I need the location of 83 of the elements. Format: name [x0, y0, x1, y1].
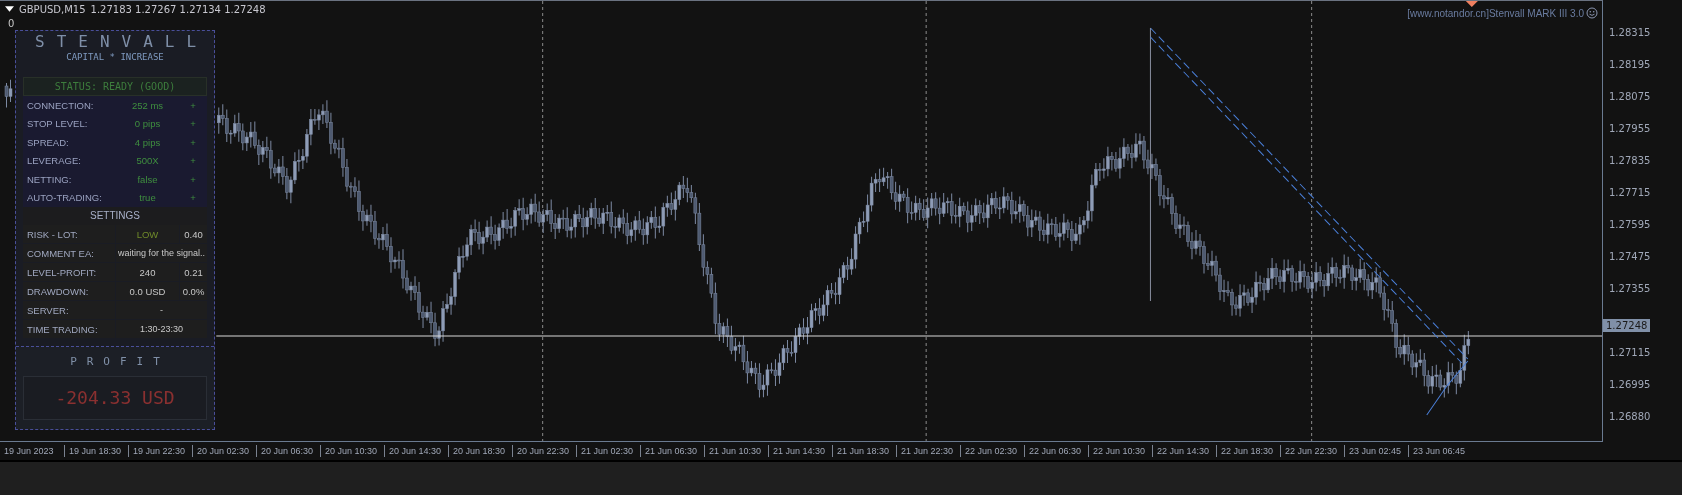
check-mark: +: [189, 99, 197, 111]
check-mark: +: [189, 118, 197, 130]
check-value: 0 pips: [133, 118, 162, 130]
time-label: 22 Jun 02:30: [960, 445, 1024, 457]
table-cell: LEVEL-PROFIT:: [23, 263, 115, 281]
panel-title: STENVALL: [34, 32, 207, 51]
table-cell: 0.40: [180, 225, 207, 243]
table-cell: 1:30-23:30: [116, 320, 207, 338]
price-label: 1.28315: [1608, 26, 1652, 40]
table-cell: RISK - LOT:: [23, 225, 115, 243]
check-value: 500X: [135, 155, 160, 167]
table-cell: 0.0%: [180, 282, 207, 300]
time-label: 21 Jun 18:30: [832, 445, 896, 457]
smiley-icon: [1586, 7, 1598, 19]
check-label: LEVERAGE:: [26, 155, 82, 167]
check-mark: +: [189, 155, 197, 167]
time-label: 20 Jun 06:30: [256, 445, 320, 457]
check-value: 252 ms: [130, 99, 165, 111]
time-label: 22 Jun 22:30: [1280, 445, 1344, 457]
table-cell: waiting for the signal..: [116, 244, 207, 262]
status-label: STATUS: READY (GOOD): [23, 77, 207, 96]
table-cell: LOW: [116, 225, 179, 243]
price-label: 1.27595: [1608, 218, 1652, 232]
settings-title: SETTINGS: [23, 207, 207, 225]
panel-subtitle: CAPITAL * INCREASE: [65, 52, 165, 62]
caret-icon[interactable]: [5, 6, 14, 13]
time-label: 19 Jun 18:30: [64, 445, 128, 457]
time-label: 21 Jun 10:30: [704, 445, 768, 457]
time-label: 19 Jun 2023: [4, 445, 55, 457]
check-value: true: [138, 192, 157, 204]
time-label: 19 Jun 22:30: [128, 445, 192, 457]
time-label: 22 Jun 06:30: [1024, 445, 1088, 457]
time-label: 21 Jun 06:30: [640, 445, 704, 457]
table-cell: -: [116, 301, 207, 319]
check-label: SPREAD:: [26, 136, 70, 148]
check-value: false: [136, 173, 159, 185]
check-label: NETTING:: [26, 173, 73, 185]
time-label: 21 Jun 02:30: [576, 445, 640, 457]
check-label: STOP LEVEL:: [26, 118, 89, 130]
time-label: 20 Jun 14:30: [384, 445, 448, 457]
table-cell: 0.0 USD: [116, 282, 179, 300]
table-cell: SERVER:: [23, 301, 115, 319]
table-cell: DRAWDOWN:: [23, 282, 115, 300]
check-value: 4 pips: [133, 136, 162, 148]
price-label: 1.27835: [1608, 154, 1652, 168]
check-label: AUTO-TRADING:: [26, 192, 103, 204]
symbol-label: GBPUSD,M15: [19, 4, 86, 15]
table-cell: 0.21: [180, 263, 207, 281]
time-label: 22 Jun 10:30: [1088, 445, 1152, 457]
table-cell: TIME TRADING:: [23, 320, 115, 338]
profit-value: -204.33 USD: [23, 376, 207, 420]
check-mark: +: [189, 136, 197, 148]
indicator-label: [www.notandor.cn]Stenvall MARK III 3.0: [1407, 7, 1584, 19]
price-label: 1.27115: [1608, 346, 1652, 360]
price-label: 1.28075: [1608, 90, 1652, 104]
time-label: 22 Jun 18:30: [1216, 445, 1280, 457]
price-label: 1.27475: [1608, 250, 1652, 264]
time-label: 22 Jun 14:30: [1152, 445, 1216, 457]
price-label: 1.27355: [1608, 282, 1652, 296]
current-price-label: 1.27248: [1603, 319, 1651, 332]
time-label: 20 Jun 10:30: [320, 445, 384, 457]
price-label: 1.28195: [1608, 58, 1652, 72]
time-label: 21 Jun 14:30: [768, 445, 832, 457]
table-cell: 240: [116, 263, 179, 281]
price-label: 1.27715: [1608, 186, 1652, 200]
profit-title: PROFIT: [69, 355, 171, 368]
quote-values: 1.27183 1.27267 1.27134 1.27248: [90, 4, 266, 15]
check-mark: +: [189, 173, 197, 185]
price-label: 1.26995: [1608, 378, 1652, 392]
subwindow-index: 0: [8, 18, 15, 29]
time-label: 21 Jun 22:30: [896, 445, 960, 457]
check-mark: +: [189, 192, 197, 204]
time-label: 20 Jun 22:30: [512, 445, 576, 457]
check-label: CONNECTION:: [26, 99, 95, 111]
marker-icon: [1465, 1, 1478, 7]
price-label: 1.27955: [1608, 122, 1652, 136]
price-label: 1.26880: [1608, 410, 1652, 424]
time-label: 20 Jun 18:30: [448, 445, 512, 457]
time-label: 20 Jun 02:30: [192, 445, 256, 457]
table-cell: COMMENT EA:: [23, 244, 115, 262]
candlesticks: [4, 79, 13, 108]
time-label: 23 Jun 02:45: [1344, 445, 1408, 457]
time-label: 23 Jun 06:45: [1408, 445, 1472, 457]
